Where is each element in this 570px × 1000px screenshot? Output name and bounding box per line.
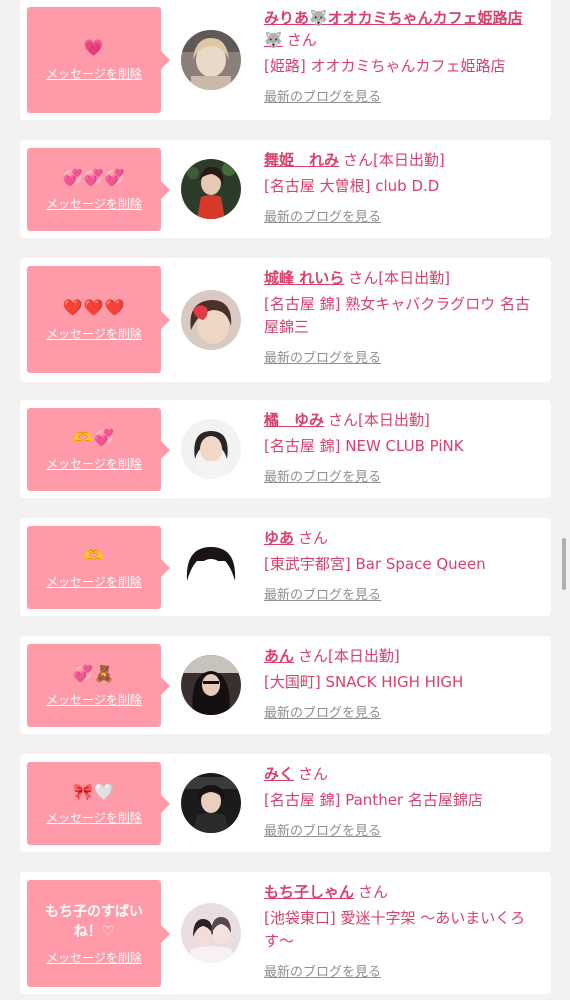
view-blog-link[interactable]: 最新のブログを見る	[264, 466, 381, 485]
avatar-photo-icon	[181, 30, 241, 90]
delete-message-link[interactable]: メッセージを削除	[33, 66, 155, 82]
delete-message-link[interactable]: メッセージを削除	[33, 326, 155, 342]
message-bubble: 💞🧸 メッセージを削除	[27, 644, 170, 727]
avatar[interactable]	[181, 30, 241, 90]
avatar-photo-icon	[181, 159, 241, 219]
message-bubble: 🫶💞 メッセージを削除	[27, 408, 170, 491]
avatar-photo-icon	[181, 290, 241, 350]
honorific-label: さん	[286, 31, 317, 49]
list-item: もち子のすばいね！♡ メッセージを削除 もち子しゃん さん [池袋東口] 愛迷十字…	[20, 872, 551, 994]
honorific-label: さん	[298, 529, 329, 547]
avatar[interactable]	[181, 159, 241, 219]
view-blog-link[interactable]: 最新のブログを見る	[264, 961, 381, 980]
avatar[interactable]	[181, 537, 241, 597]
message-bubble: 💞💞💞 メッセージを削除	[27, 148, 170, 231]
list-item: 💗 メッセージを削除 みりあ🐺オオカミちゃんカフェ姫路店🐺 さん [姫路] オオカ…	[20, 0, 551, 120]
message-text: 🫶💞	[73, 427, 115, 447]
cast-name-link[interactable]: もち子しゃん	[264, 883, 354, 901]
view-blog-link[interactable]: 最新のブログを見る	[264, 584, 381, 603]
avatar-photo-icon	[181, 419, 241, 479]
cast-name-link[interactable]: みく	[264, 765, 294, 783]
message-text: 💞🧸	[73, 663, 115, 683]
list-item: 🫶 メッセージを削除 ゆあ さん [東武宇都宮] Bar Space Queen …	[20, 518, 551, 616]
view-blog-link[interactable]: 最新のブログを見る	[264, 702, 381, 721]
honorific-label: さん	[348, 269, 379, 287]
delete-message-link[interactable]: メッセージを削除	[33, 456, 155, 472]
shop-label: [名古屋 大曽根] club D.D	[264, 177, 440, 195]
scrollbar[interactable]	[562, 538, 566, 590]
list-item: 💞🧸 メッセージを削除 あん さん[本日出勤] [大国町] SNACK HIGH …	[20, 636, 551, 734]
message-bubble: 🎀🤍 メッセージを削除	[27, 762, 170, 845]
shop-label: [大国町] SNACK HIGH HIGH	[264, 673, 464, 691]
message-text: もち子のすばいね！♡	[45, 903, 143, 940]
message-bubble: もち子のすばいね！♡ メッセージを削除	[27, 880, 170, 987]
list-item: 💞💞💞 メッセージを削除 舞姫 れみ さん[本日出勤] [名古屋 大曽根] clu…	[20, 140, 551, 238]
delete-message-link[interactable]: メッセージを削除	[33, 692, 155, 708]
avatar-photo-icon	[181, 773, 241, 833]
avatar[interactable]	[181, 655, 241, 715]
message-text: 🫶	[83, 545, 105, 565]
delete-message-link[interactable]: メッセージを削除	[33, 950, 155, 966]
delete-message-link[interactable]: メッセージを削除	[33, 196, 155, 212]
message-text: ❤️❤️❤️	[62, 297, 126, 317]
list-item: 🫶💞 メッセージを削除 橘 ゆみ さん[本日出勤] [名古屋 錦] NEW CLU…	[20, 400, 551, 498]
message-text: 🎀🤍	[73, 781, 115, 801]
list-item: ❤️❤️❤️ メッセージを削除 城峰 れいら さん[本日出勤] [名古屋 錦] 熟…	[20, 258, 551, 382]
attendance-badge: [本日出勤]	[358, 411, 430, 429]
honorific-label: さん	[343, 151, 374, 169]
shop-label: [名古屋 錦] 熟女キャバクラグロウ 名古屋錦三	[264, 295, 531, 336]
delete-message-link[interactable]: メッセージを削除	[33, 574, 155, 590]
avatar[interactable]	[181, 290, 241, 350]
shop-label: [東武宇都宮] Bar Space Queen	[264, 555, 486, 573]
attendance-badge: [本日出勤]	[378, 269, 450, 287]
shop-label: [池袋東口] 愛迷十字架 〜あいまいくろす〜	[264, 909, 526, 950]
cast-name-link[interactable]: あん	[264, 647, 294, 665]
honorific-label: さん	[328, 411, 359, 429]
attendance-badge: [本日出勤]	[373, 151, 445, 169]
list-item: 🎀🤍 メッセージを削除 みく さん [名古屋 錦] Panther 名古屋錦店 最…	[20, 754, 551, 852]
cast-name-link[interactable]: ゆあ	[264, 529, 294, 547]
avatar[interactable]	[181, 419, 241, 479]
shop-label: [名古屋 錦] NEW CLUB PiNK	[264, 437, 464, 455]
view-blog-link[interactable]: 最新のブログを見る	[264, 86, 381, 105]
attendance-badge: [本日出勤]	[328, 647, 400, 665]
cast-name-link[interactable]: 舞姫 れみ	[264, 151, 339, 169]
avatar[interactable]	[181, 903, 241, 963]
view-blog-link[interactable]: 最新のブログを見る	[264, 347, 381, 366]
message-bubble: 🫶 メッセージを削除	[27, 526, 170, 609]
honorific-label: さん	[298, 647, 329, 665]
message-text: 💗	[83, 38, 105, 57]
shop-label: [名古屋 錦] Panther 名古屋錦店	[264, 791, 483, 809]
cast-name-link[interactable]: 橘 ゆみ	[264, 411, 324, 429]
honorific-label: さん	[358, 883, 389, 901]
message-text: 💞💞💞	[62, 167, 126, 187]
avatar-photo-icon	[181, 537, 241, 597]
view-blog-link[interactable]: 最新のブログを見る	[264, 820, 381, 839]
avatar-photo-icon	[181, 903, 241, 963]
delete-message-link[interactable]: メッセージを削除	[33, 810, 155, 826]
avatar[interactable]	[181, 773, 241, 833]
message-bubble: ❤️❤️❤️ メッセージを削除	[27, 266, 170, 373]
cast-name-link[interactable]: 城峰 れいら	[264, 269, 344, 287]
avatar-photo-icon	[181, 655, 241, 715]
shop-label: [姫路] オオカミちゃんカフェ姫路店	[264, 57, 506, 75]
message-bubble: 💗 メッセージを削除	[27, 7, 170, 113]
view-blog-link[interactable]: 最新のブログを見る	[264, 206, 381, 225]
honorific-label: さん	[298, 765, 329, 783]
